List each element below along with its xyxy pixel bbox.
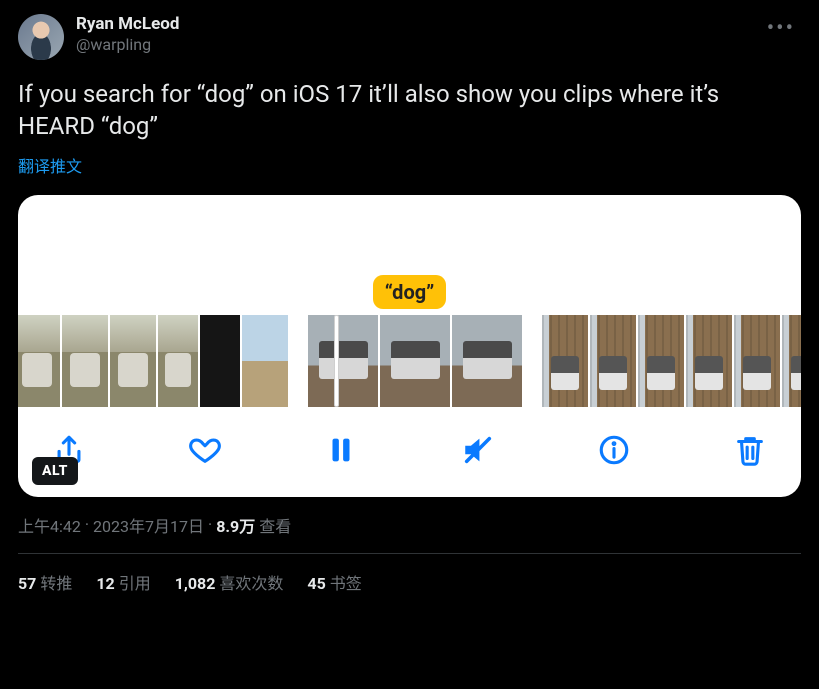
video-frame xyxy=(638,315,684,407)
heart-icon xyxy=(188,433,222,467)
bookmarks-stat[interactable]: 45书签 xyxy=(307,570,361,594)
clip-group-1 xyxy=(18,315,288,407)
video-frame xyxy=(308,315,378,407)
display-name: Ryan McLeod xyxy=(76,14,179,35)
tweet-stats: 57转推 12引用 1,082喜欢次数 45书签 xyxy=(18,570,801,594)
video-frame xyxy=(110,315,156,407)
video-frame xyxy=(200,315,240,407)
video-frame xyxy=(18,315,60,407)
tweet-header: Ryan McLeod @warpling ••• xyxy=(18,14,801,60)
likes-stat[interactable]: 1,082喜欢次数 xyxy=(175,570,284,594)
like-button[interactable] xyxy=(188,433,222,467)
quotes-stat[interactable]: 12引用 xyxy=(96,570,150,594)
video-frame xyxy=(62,315,108,407)
timeline-playhead[interactable] xyxy=(334,315,339,407)
views-label: 查看 xyxy=(259,513,291,537)
video-timeline[interactable] xyxy=(18,315,801,407)
video-frame xyxy=(452,315,522,407)
tweet-meta: 上午4:42 · 2023年7月17日 · 8.9万 查看 xyxy=(18,513,801,537)
tweet-time[interactable]: 上午4:42 xyxy=(18,513,81,537)
video-frame xyxy=(242,315,288,407)
pause-icon xyxy=(324,433,358,467)
more-button[interactable]: ••• xyxy=(761,14,801,43)
video-frame xyxy=(590,315,636,407)
media-controls xyxy=(18,407,801,497)
search-term-bubble: “dog” xyxy=(373,275,447,309)
delete-button[interactable] xyxy=(733,433,767,467)
video-frame xyxy=(734,315,780,407)
muted-speaker-icon xyxy=(461,433,495,467)
translate-link[interactable]: 翻译推文 xyxy=(18,153,801,177)
divider xyxy=(18,553,801,554)
video-frame xyxy=(782,315,801,407)
mute-button[interactable] xyxy=(461,433,495,467)
tweet-container: Ryan McLeod @warpling ••• If you search … xyxy=(0,0,819,594)
retweets-stat[interactable]: 57转推 xyxy=(18,570,72,594)
views-count: 8.9万 xyxy=(216,513,255,537)
handle: @warpling xyxy=(76,35,179,55)
clip-group-3 xyxy=(542,315,801,407)
avatar[interactable] xyxy=(18,14,64,60)
info-button[interactable] xyxy=(597,433,631,467)
video-frame xyxy=(380,315,450,407)
info-icon xyxy=(597,433,631,467)
tweet-text: If you search for “dog” on iOS 17 it’ll … xyxy=(18,78,801,143)
video-frame xyxy=(686,315,732,407)
pause-button[interactable] xyxy=(324,433,358,467)
trash-icon xyxy=(733,433,767,467)
media-card[interactable]: “dog” xyxy=(18,195,801,497)
video-frame xyxy=(542,315,588,407)
tweet-date[interactable]: 2023年7月17日 xyxy=(93,513,204,537)
clip-group-2 xyxy=(308,315,522,407)
author-names[interactable]: Ryan McLeod @warpling xyxy=(76,14,179,55)
video-frame xyxy=(158,315,198,407)
alt-badge[interactable]: ALT xyxy=(32,457,78,485)
media-top: “dog” xyxy=(18,195,801,315)
